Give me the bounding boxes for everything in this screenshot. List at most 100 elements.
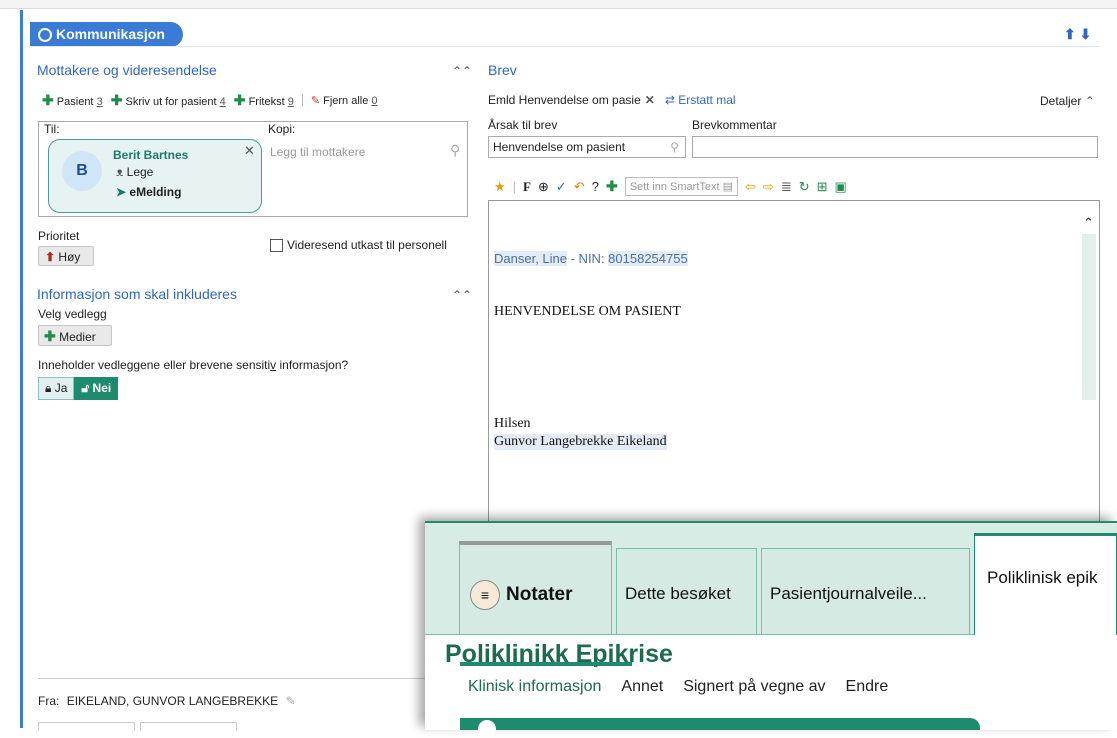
template-row: Emld Henvendelse om pasie ✕ ⇄ Erstatt ma… [488, 93, 736, 107]
collapse-details-icon: ⌃ [1084, 94, 1095, 108]
nin-text: - NIN: [567, 251, 609, 266]
section-header-bar [460, 718, 980, 730]
plus-icon: ✚ [44, 328, 56, 344]
notes-icon: ≡ [470, 580, 500, 610]
from-divider [38, 678, 428, 679]
tab-notater[interactable]: ≡ Notater [459, 541, 612, 635]
scroll-up-icon[interactable]: ⌃ [1083, 215, 1094, 231]
attach-label: Velg vedlegg [38, 307, 107, 321]
letter-greeting: Hilsen [494, 416, 531, 431]
letter-editor[interactable] [488, 200, 1100, 532]
details-toggle[interactable]: Detaljer ⌃ [1040, 94, 1095, 108]
unlock-icon: 🔓︎ [81, 381, 90, 395]
font-icon[interactable]: F [523, 179, 531, 195]
find-icon[interactable]: ⊕ [538, 179, 549, 195]
forward-draft-label: Videresend utkast til personell [287, 238, 447, 252]
info-section-title: Informasjon som skal inkluderes [37, 286, 237, 302]
recipients-section-title: Mottakere og videresendelse [37, 62, 217, 78]
recipient-role-row: ᴥ Lege [116, 165, 153, 179]
up-down-arrows-icon[interactable]: ⬆ ⬇ [1064, 26, 1091, 43]
to-label: Til: [44, 122, 60, 136]
recipient-channel: eMelding [129, 185, 182, 199]
copy-label: Kopi: [268, 122, 296, 136]
up-arrow-icon: ⬆ [45, 250, 56, 264]
priority-label: Prioritet [38, 229, 80, 243]
link-annet[interactable]: Annet [621, 678, 663, 696]
arrow-right-icon[interactable]: ⇨ [763, 179, 774, 195]
plus-icon[interactable]: ✚ [606, 178, 618, 195]
arrow-left-icon[interactable]: ⇦ [745, 179, 756, 195]
spellcheck-icon[interactable]: ✓ [556, 179, 567, 195]
window-title: Kommunikasjon [56, 26, 165, 42]
tab-pasientjournalveileder[interactable]: Pasientjournalveile... [761, 548, 970, 635]
recipient-channel-row: ➤ eMelding [116, 185, 181, 199]
undo-icon[interactable]: ↶ [574, 179, 585, 195]
bottom-button-left[interactable] [38, 722, 135, 731]
freetext-button[interactable]: ✚ Fritekst 9 [234, 92, 294, 109]
section-icon [478, 720, 496, 738]
eraser-icon: ✎ [310, 95, 321, 107]
close-icon[interactable]: ✕ [244, 143, 255, 159]
search-icon: ⚲ [670, 140, 679, 154]
plus-icon: ✚ [233, 92, 246, 108]
swap-icon: ⇄ [664, 93, 675, 107]
from-value: EIKELAND, GUNVOR LANGEBREKKE [66, 694, 279, 708]
recipient-role: Lege [126, 165, 154, 179]
link-klinisk-informasjon[interactable]: Klinisk informasjon [468, 678, 601, 696]
link-signert[interactable]: Signert på vegne av [683, 678, 825, 696]
reason-label: Årsak til brev [488, 118, 558, 132]
editor-scrollbar-thumb[interactable] [1082, 234, 1096, 400]
plus-icon: ✚ [42, 92, 54, 108]
template-name: Emld Henvendelse om pasie [488, 93, 641, 107]
toolbar-divider: | [512, 179, 517, 194]
edit-icon[interactable]: ✎ [285, 694, 295, 708]
print-for-patient-button[interactable]: ✚ Skriv ut for pasient 4 [111, 92, 226, 109]
tab-dette-besoket[interactable]: Dette besøket [616, 548, 757, 635]
recipient-actions: ✚ Pasient 3 ✚ Skriv ut for pasient 4 ✚ F… [42, 92, 378, 109]
send-icon: ➤ [116, 185, 127, 199]
comment-label: Brevkommentar [692, 118, 777, 132]
link-endre[interactable]: Endre [846, 678, 889, 696]
priority-button[interactable]: ⬆ Høy [38, 246, 94, 266]
sensitive-question: Inneholder vedleggene eller brevene sens… [38, 358, 349, 372]
recipient-name: Berit Bartnes [113, 148, 189, 162]
epikrise-links: Klinisk informasjon Annet Signert på veg… [468, 678, 888, 696]
replace-template-button[interactable]: ⇄ Erstatt mal [665, 93, 736, 107]
remove-template-icon[interactable]: ✕ [645, 93, 655, 107]
collapse-info-icon[interactable]: ⌃⌃ [452, 288, 472, 302]
letter-section-title: Brev [488, 62, 517, 78]
tab-bar-rule [425, 634, 974, 635]
editor-toolbar: ★ | F ⊕ ✓ ↶ ? ✚ Sett inn SmartText ▤ ⇦ ⇨… [494, 177, 847, 196]
smarttext-input[interactable]: Sett inn SmartText ▤ [624, 177, 739, 196]
yes-toggle[interactable]: 🔒︎ Ja [38, 377, 75, 400]
copy-recipients-input[interactable]: Legg til mottakere [270, 145, 365, 159]
insert-icon[interactable]: ⊞ [817, 179, 828, 195]
media-button[interactable]: ✚ Medier [38, 325, 112, 346]
forward-draft-row: Videresend utkast til personell [270, 238, 447, 252]
bottom-button-right[interactable] [140, 722, 237, 731]
person-icon: ᴥ [116, 165, 124, 179]
refresh-icon[interactable]: ↻ [799, 179, 810, 195]
document-icon[interactable]: ▣ [835, 179, 847, 195]
tab-poliklinisk-epikrise[interactable]: Poliklinisk epik [974, 533, 1117, 635]
from-label: Fra: [38, 694, 60, 708]
avatar: B [62, 151, 102, 191]
forward-draft-checkbox[interactable] [270, 238, 283, 252]
comment-input[interactable] [692, 136, 1098, 158]
add-patient-button[interactable]: ✚ Pasient 3 [42, 92, 103, 109]
help-icon[interactable]: ? [592, 179, 599, 194]
collapse-recipients-icon[interactable]: ⌃⌃ [452, 64, 472, 78]
mail-icon [38, 27, 52, 42]
window-title-pill: Kommunikasjon [30, 22, 183, 47]
reason-input[interactable]: Henvendelse om pasient ⚲ [488, 136, 686, 158]
patient-name: Danser, Line [494, 251, 567, 266]
list-icon[interactable]: ≣ [781, 179, 792, 195]
from-row: Fra: EIKELAND, GUNVOR LANGEBREKKE ✎ [38, 694, 296, 708]
remove-all-button[interactable]: ✎ Fjern alle 0 [301, 94, 378, 107]
heading-underline [460, 662, 632, 666]
patient-line: Danser, Line - NIN: 80158254755 [494, 251, 688, 266]
no-toggle[interactable]: 🔓︎ Nei [74, 377, 119, 400]
star-icon[interactable]: ★ [494, 179, 506, 195]
search-icon[interactable]: ⚲ [450, 142, 460, 159]
sensitive-toggle: 🔒︎ Ja 🔓︎ Nei [38, 377, 119, 400]
